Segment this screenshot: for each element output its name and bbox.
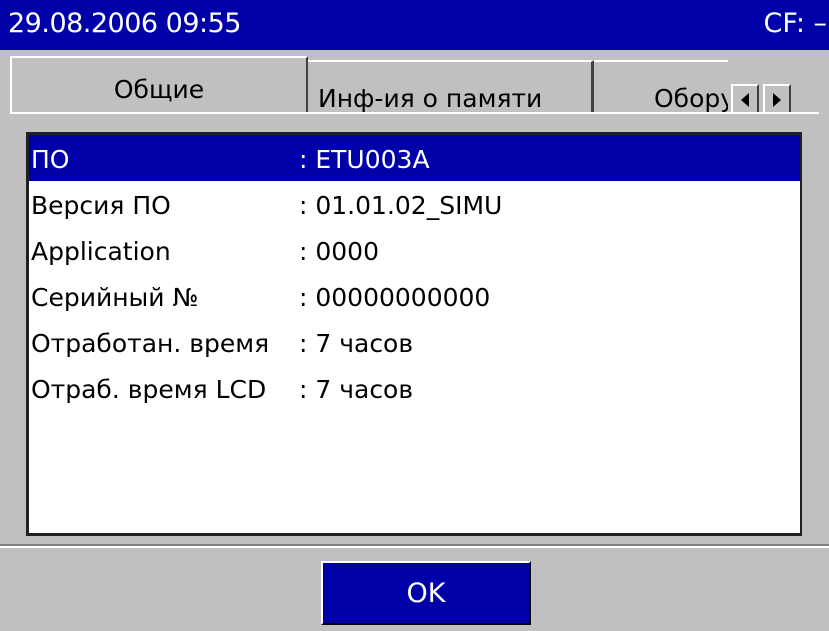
list-item[interactable]: ПО : ETU003A (29, 135, 800, 181)
info-value: : 7 часов (299, 375, 414, 404)
tab-memory-info[interactable]: Инф-ия о памяти (308, 60, 594, 112)
list-item[interactable]: Application : 0000 (29, 227, 800, 273)
info-label: ПО (31, 145, 70, 174)
list-item[interactable]: Версия ПО : 01.01.02_SIMU (29, 181, 800, 227)
info-value: : ETU003A (299, 145, 430, 174)
info-list[interactable]: ПО : ETU003A Версия ПО : 01.01.02_SIMU A… (26, 132, 802, 536)
tab-general[interactable]: Общие (10, 56, 308, 114)
info-label: Версия ПО (31, 191, 171, 220)
info-label: Application (31, 237, 171, 266)
triangle-left-icon (741, 93, 749, 107)
tab-panel-border (10, 112, 819, 114)
tab-general-label: Общие (113, 75, 205, 104)
info-value: : 00000000000 (299, 283, 491, 312)
tab-memory-info-label: Инф-ия о памяти (318, 84, 543, 112)
tab-hardware[interactable]: Обору (594, 60, 728, 112)
list-item[interactable]: Серийный № : 00000000000 (29, 273, 800, 319)
tab-hardware-label: Обору (654, 84, 728, 112)
info-label: Серийный № (31, 283, 199, 312)
cf-card-status: CF: – (763, 8, 827, 39)
info-label: Отработан. время (31, 329, 270, 358)
info-value: : 01.01.02_SIMU (299, 191, 503, 220)
info-value: : 0000 (299, 237, 379, 266)
info-value: : 7 часов (299, 329, 414, 358)
title-bar: 29.08.2006 09:55 CF: – (0, 0, 829, 50)
list-item[interactable]: Отраб. время LCD : 7 часов (29, 365, 800, 411)
info-label: Отраб. время LCD (31, 375, 267, 404)
tab-scroll-right-button[interactable] (763, 84, 791, 114)
footer-divider-highlight (0, 546, 829, 548)
tab-scroll-left-button[interactable] (731, 84, 759, 114)
triangle-right-icon (773, 93, 781, 107)
datetime-display: 29.08.2006 09:55 (8, 8, 241, 39)
ok-button[interactable]: OK (321, 561, 531, 625)
list-item[interactable]: Отработан. время : 7 часов (29, 319, 800, 365)
